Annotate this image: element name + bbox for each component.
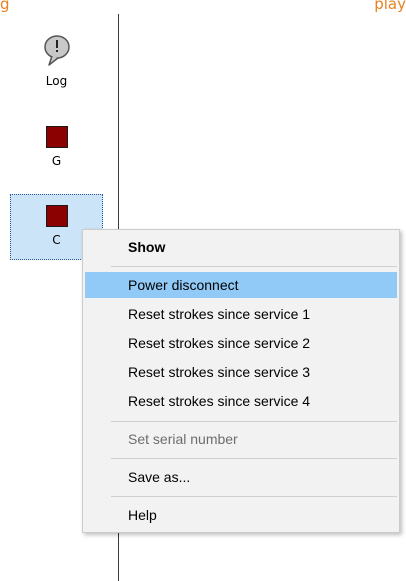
sidebar-item-log[interactable]: Log	[10, 34, 103, 100]
context-menu: Show Power disconnect Reset strokes sinc…	[82, 229, 400, 533]
caption-right-text: play	[374, 0, 406, 13]
device-status-icon	[45, 126, 68, 148]
menu-item-show[interactable]: Show	[85, 234, 397, 260]
menu-item-reset-strokes-1[interactable]: Reset strokes since service 1	[85, 301, 397, 327]
sidebar-item-label: C	[52, 233, 61, 247]
caption-left-text: g	[0, 0, 10, 13]
menu-separator	[111, 266, 397, 267]
menu-item-power-disconnect[interactable]: Power disconnect	[85, 272, 397, 298]
device-status-icon	[45, 205, 68, 227]
menu-item-reset-strokes-3[interactable]: Reset strokes since service 3	[85, 359, 397, 385]
menu-item-reset-strokes-4[interactable]: Reset strokes since service 4	[85, 388, 397, 414]
sidebar-item-label: Log	[45, 74, 68, 88]
speech-bubble-icon	[43, 35, 70, 66]
menu-item-reset-strokes-2[interactable]: Reset strokes since service 2	[85, 330, 397, 356]
menu-separator	[111, 458, 397, 459]
menu-item-save-as[interactable]: Save as...	[85, 464, 397, 490]
top-caption: g play	[0, 0, 406, 15]
sidebar-item-label: G	[51, 154, 62, 168]
menu-item-set-serial-number: Set serial number	[128, 431, 238, 447]
menu-separator	[111, 421, 397, 422]
menu-separator	[111, 496, 397, 497]
menu-item-help[interactable]: Help	[85, 502, 397, 528]
sidebar-item-g[interactable]: G	[10, 118, 103, 184]
